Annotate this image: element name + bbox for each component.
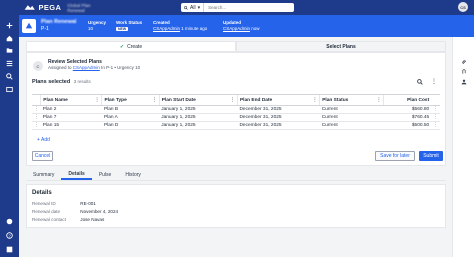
logo-text: PEGA [38, 3, 62, 12]
home-icon[interactable] [6, 35, 13, 42]
attachment-icon[interactable] [461, 69, 467, 75]
search-icon [184, 5, 188, 10]
logo[interactable]: PEGA Global Plan Renewal [24, 3, 94, 13]
case-tabs: Summary Details Pulse History [26, 170, 446, 181]
column-menu-icon[interactable]: ⋮ [376, 98, 381, 103]
drag-handle-icon[interactable]: ⋮ [32, 105, 41, 114]
search-input[interactable] [208, 5, 279, 10]
cancel-button[interactable]: Cancel [32, 151, 53, 161]
results-count: 3 results [73, 79, 91, 84]
col-plan-type[interactable]: Plan Type ⋮ [101, 94, 160, 106]
top-bar: PEGA Global Plan Renewal All ▾ CS [0, 0, 474, 15]
details-panel: Details Renewal ID RE-001 Renewal date N… [26, 184, 446, 228]
assignment-subtitle: Assigned to CSAppAdmin In P-1 • Urgency … [48, 65, 141, 70]
chevron-down-icon: ▾ [197, 4, 201, 11]
detail-row-renewal-contact: Renewal contact Jose Navas [32, 217, 105, 222]
plus-icon[interactable] [6, 22, 13, 29]
col-plan-name[interactable]: Plan Name ⋮ [40, 94, 102, 106]
tab-history[interactable]: History [118, 170, 148, 180]
row-menu-icon[interactable]: ⋮ [431, 113, 440, 122]
row-menu-icon[interactable]: ⋮ [431, 105, 440, 114]
avatar: C [33, 61, 43, 71]
left-nav-rail: ? [0, 15, 19, 257]
add-plan-link[interactable]: + Add [37, 137, 50, 143]
tab-summary[interactable]: Summary [26, 170, 61, 180]
more-options-icon[interactable]: ⋮ [431, 79, 437, 85]
pega-logo-icon [24, 5, 35, 10]
column-menu-icon[interactable]: ⋮ [230, 98, 235, 103]
column-menu-icon[interactable]: ⋮ [95, 98, 100, 103]
users-icon[interactable] [461, 79, 467, 85]
notification-icon[interactable] [6, 218, 13, 225]
col-plan-end-date[interactable]: Plan End Date ⋮ [236, 94, 320, 106]
search-scope-label: All [190, 4, 196, 11]
urgency-field: Urgency 10 [88, 20, 107, 31]
plans-table: Plan Name ⋮ Plan Type ⋮ Plan Start Date ⋮ P… [32, 94, 440, 130]
case-title: Plan Renewal [41, 19, 77, 25]
submit-button[interactable]: Submit [419, 151, 443, 161]
stage-bar: ✓ Create Select Plans [26, 41, 446, 52]
table-search-icon[interactable] [417, 79, 423, 85]
column-menu-icon[interactable]: ⋮ [312, 98, 317, 103]
user-avatar[interactable]: CS [458, 2, 468, 12]
plans-section-title: Plans selected 3 results [32, 79, 91, 85]
bell-icon[interactable] [6, 246, 13, 253]
table-row[interactable]: ⋮ Plan 2 Plan B January 1, 2025 December… [32, 105, 440, 114]
check-icon: ✓ [119, 43, 125, 50]
list-icon[interactable] [6, 60, 13, 67]
table-row[interactable]: ⋮ Plan 15 Plan D January 1, 2025 Decembe… [32, 121, 440, 130]
drag-handle-icon[interactable]: ⋮ [32, 113, 41, 122]
search-nav-icon[interactable] [6, 73, 13, 80]
created-field: Created CSAppAdmin 1 minute ago [153, 20, 208, 31]
drag-handle-icon[interactable]: ⋮ [32, 121, 41, 130]
tab-details[interactable]: Details [61, 170, 92, 180]
stage-select-plans[interactable]: Select Plans [236, 41, 446, 52]
work-status-field: Work Status NEW [116, 20, 143, 31]
updated-by-link[interactable]: CSAppAdmin [223, 26, 250, 31]
link-icon[interactable] [461, 59, 467, 65]
save-for-later-button[interactable]: Save for later [375, 151, 415, 161]
case-id: P-1 [41, 26, 49, 32]
help-icon[interactable]: ? [6, 232, 13, 239]
table-tools: ⋮ [417, 79, 437, 85]
dashboard-icon[interactable] [6, 86, 13, 93]
topbar-icons: CS [458, 2, 468, 12]
table-header-row: Plan Name ⋮ Plan Type ⋮ Plan Start Date ⋮ P… [32, 94, 440, 106]
details-title: Details [32, 190, 52, 196]
right-utility-rail [452, 37, 474, 257]
search-bar[interactable]: All ▾ [181, 3, 294, 12]
col-plan-start-date[interactable]: Plan Start Date ⋮ [158, 94, 238, 106]
detail-row-renewal-id: Renewal ID RE-001 [32, 201, 96, 206]
assignment-card: C Review Selected Plans Assigned to CSAp… [26, 52, 446, 166]
tab-pulse[interactable]: Pulse [92, 170, 119, 180]
folder-icon[interactable] [6, 47, 13, 54]
col-plan-status[interactable]: Plan Status ⋮ [319, 94, 384, 106]
col-plan-cost[interactable]: Plan Cost [383, 94, 432, 106]
detail-row-renewal-date: Renewal date November 4, 2024 [32, 209, 119, 214]
stage-create[interactable]: ✓ Create [26, 41, 236, 52]
status-badge: NEW [116, 27, 129, 31]
assignee-link[interactable]: CSAppAdmin [73, 65, 100, 70]
created-by-link[interactable]: CSAppAdmin [153, 26, 180, 31]
column-menu-icon[interactable]: ⋮ [152, 98, 157, 103]
row-menu-icon[interactable]: ⋮ [431, 121, 440, 130]
case-header: Plan Renewal P-1 Urgency 10 Work Status … [19, 15, 474, 37]
app-name: Global Plan Renewal [67, 2, 91, 13]
updated-field: Updated CSAppAdmin now [223, 20, 260, 31]
table-row[interactable]: ⋮ Plan 7 Plan A January 1, 2025 December… [32, 113, 440, 122]
search-scope-dropdown[interactable]: All ▾ [181, 3, 205, 12]
case-type-icon [22, 19, 36, 33]
